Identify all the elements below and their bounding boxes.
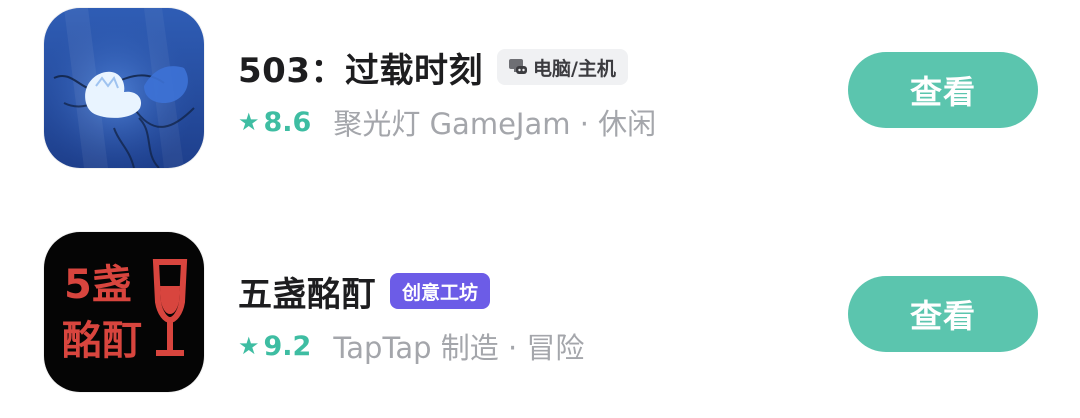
underwater-diver-icon[interactable] [44,8,204,168]
wine-glass-text-icon[interactable]: 5盏 酩酊 [44,232,204,392]
platform-tag-label: 电脑/主机 [532,57,616,80]
rating-score: 8.6 [263,106,312,138]
game-list: 503：过载时刻 电脑/主机 ★ 8.6 聚光灯 GameJam · 休闲 查看… [0,0,1080,418]
game-row[interactable]: 503：过载时刻 电脑/主机 ★ 8.6 聚光灯 GameJam · 休闲 查看 [0,8,1080,178]
underwater-diver-icon-art [44,8,204,168]
game-row[interactable]: 5盏 酩酊 五盏酩酊 创意工坊 ★ 9.2 TapTap 制造 · 冒险 查看 [0,232,1080,402]
meta-line: ★ 8.6 聚光灯 GameJam · 休闲 [238,102,798,142]
star-icon: ★ [238,332,260,360]
view-button[interactable]: 查看 [848,52,1038,128]
monitor-gamepad-icon [508,59,527,74]
meta-line: ★ 9.2 TapTap 制造 · 冒险 [238,326,798,366]
platform-tag: 电脑/主机 [496,49,628,85]
title-line: 503：过载时刻 电脑/主机 [238,42,798,92]
view-button[interactable]: 查看 [848,276,1038,352]
icon-text-line1: 5盏 [64,262,132,308]
workshop-tag: 创意工坊 [390,273,491,309]
game-subtitle: TapTap 制造 · 冒险 [333,331,585,365]
game-info: 五盏酩酊 创意工坊 ★ 9.2 TapTap 制造 · 冒险 [238,266,798,366]
title-line: 五盏酩酊 创意工坊 [238,266,798,316]
wine-glass-text-icon-art: 5盏 酩酊 [44,232,204,392]
game-title[interactable]: 503：过载时刻 [238,43,483,92]
icon-text-line2: 酩酊 [62,318,142,364]
game-info: 503：过载时刻 电脑/主机 ★ 8.6 聚光灯 GameJam · 休闲 [238,42,798,142]
game-subtitle: 聚光灯 GameJam · 休闲 [333,107,657,141]
rating-score: 9.2 [263,330,312,362]
workshop-tag-label: 创意工坊 [402,281,479,304]
star-icon: ★ [238,108,260,136]
game-title[interactable]: 五盏酩酊 [238,267,376,316]
